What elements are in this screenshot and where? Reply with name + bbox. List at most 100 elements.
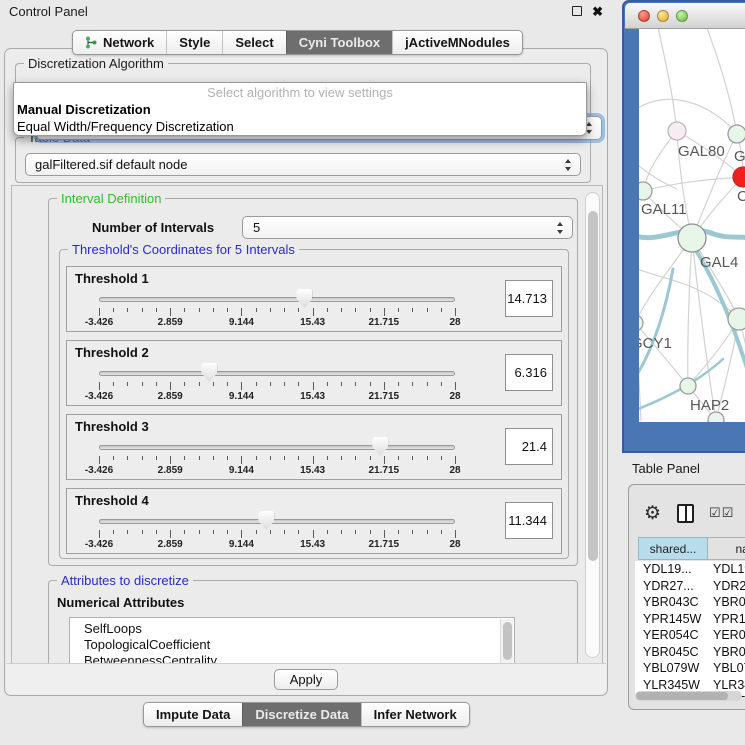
table-row[interactable]: YPR145WYPR145W	[635, 611, 745, 628]
tab-label: Select	[235, 35, 273, 50]
top-tab-bar: Network Style Select Cyni ToolboxjActiveMNo…	[72, 30, 523, 55]
checkbox-icon[interactable]: ☑	[709, 505, 721, 521]
popup-option-manual-discretization[interactable]: Manual Discretization	[14, 102, 586, 119]
slider-track[interactable]	[99, 371, 455, 376]
minimize-traffic-light-icon[interactable]	[657, 10, 669, 22]
network-node-gal11[interactable]	[639, 182, 652, 200]
algorithm-dropdown-popup: Select algorithm to view settings Manual…	[13, 82, 587, 136]
node-label-g: G	[734, 148, 745, 165]
mode-tab-impute-data[interactable]: Impute Data	[144, 703, 242, 726]
slider-thumb[interactable]	[296, 289, 312, 308]
threshold-slider-3[interactable]: -3.4262.8599.14415.4321.71528	[99, 415, 455, 481]
tab-style[interactable]: Style	[166, 31, 222, 54]
slider-scale-labels: -3.4262.8599.14415.4321.71528	[99, 391, 455, 403]
scrollbar-thumb[interactable]	[503, 622, 512, 660]
control-panel-titlebar: Control Panel ✖	[0, 0, 612, 22]
slider-track[interactable]	[99, 519, 455, 524]
scrollbar-thumb[interactable]	[636, 692, 728, 700]
interval-definition-group: Interval Definition Number of Intervals …	[48, 198, 578, 566]
num-intervals-label: Number of Intervals	[92, 220, 214, 235]
table-horizontal-scrollbar[interactable]	[635, 691, 742, 701]
popup-option-equal-width-frequency[interactable]: Equal Width/Frequency Discretization	[14, 119, 586, 136]
split-columns-icon[interactable]	[677, 504, 694, 523]
slider-thumb[interactable]	[201, 363, 217, 382]
threshold-panel-2: Threshold 2-3.4262.8599.14415.4321.71528…	[66, 340, 562, 406]
zoom-traffic-light-icon[interactable]	[676, 10, 688, 22]
slider-track[interactable]	[99, 297, 455, 302]
threshold-slider-4[interactable]: -3.4262.8599.14415.4321.71528	[99, 489, 455, 555]
table-row[interactable]: YBL079WYBL079W	[635, 660, 745, 677]
tab-cyni-toolbox[interactable]: Cyni Toolbox	[286, 31, 392, 54]
table-row[interactable]: YDR27...YDR27...	[635, 578, 745, 595]
tab-label: Style	[179, 35, 210, 50]
tab-select[interactable]: Select	[222, 31, 285, 54]
apply-bar: Apply	[6, 663, 606, 694]
table-row[interactable]: YER054CYER054C	[635, 627, 745, 644]
network-node-hap2[interactable]	[680, 378, 696, 394]
close-window-icon[interactable]: ✖	[592, 5, 603, 18]
node-label-gal80: GAL80	[678, 143, 725, 160]
thresholds-list: Threshold 1-3.4262.8599.14415.4321.71528…	[60, 266, 568, 562]
table-rows: YDL19...YDL19...YDR27...YDR27...YBR043CY…	[635, 561, 745, 697]
float-window-icon[interactable]	[572, 6, 582, 16]
column-header-shared[interactable]: shared...	[638, 537, 708, 560]
mode-tab-discretize-data[interactable]: Discretize Data	[242, 703, 360, 726]
attribute-item-selfloops[interactable]: SelfLoops	[84, 621, 514, 637]
network-canvas[interactable]: GAL80GCGAL11GAL4GCY1HHAP2	[639, 29, 745, 422]
table-toolbar: ⚙ ☑ ☑	[629, 493, 745, 533]
gear-icon[interactable]: ⚙	[644, 504, 661, 523]
table-cell: YBL079W	[635, 661, 707, 675]
network-icon	[85, 36, 98, 49]
checkbox-icon[interactable]: ☑	[722, 505, 734, 521]
slider-thumb[interactable]	[258, 511, 274, 530]
network-node-g[interactable]	[728, 125, 745, 143]
slider-ticks	[99, 530, 455, 538]
control-panel-window: Control Panel ✖ Network Style Select Cyni T…	[0, 0, 612, 745]
threshold-value-input-4[interactable]: 11.344	[505, 502, 553, 539]
network-node-gcy1[interactable]	[639, 315, 643, 331]
apply-button[interactable]: Apply	[274, 669, 338, 690]
discretization-algorithm-group-title: Discretization Algorithm	[24, 56, 168, 71]
slider-thumb[interactable]	[372, 437, 388, 456]
attributes-list-scrollbar[interactable]	[500, 619, 513, 665]
settings-scrollbar[interactable]	[585, 192, 600, 658]
close-traffic-light-icon[interactable]	[638, 10, 650, 22]
node-label-gcy1: GCY1	[639, 335, 672, 352]
threshold-slider-1[interactable]: -3.4262.8599.14415.4321.71528	[99, 267, 455, 333]
tab-jactivemnodules[interactable]: jActiveMNodules	[392, 31, 522, 54]
network-node-gal80[interactable]	[668, 122, 686, 140]
bottom-tab-bar: Impute Data Discretize DataInfer Network	[143, 702, 470, 727]
table-cell: YLR345W	[707, 678, 745, 692]
network-node-gal4[interactable]	[678, 224, 706, 252]
mode-tab-infer-network[interactable]: Infer Network	[361, 703, 469, 726]
slider-track[interactable]	[99, 445, 455, 450]
threshold-slider-2[interactable]: -3.4262.8599.14415.4321.71528	[99, 341, 455, 407]
attributes-group-title: Attributes to discretize	[57, 573, 193, 588]
threshold-value-input-1[interactable]: 14.713	[505, 280, 553, 317]
network-node[interactable]	[708, 412, 724, 422]
num-intervals-combo[interactable]: 5	[242, 216, 573, 239]
network-nodes: GAL80GCGAL11GAL4GCY1HHAP2	[639, 122, 745, 422]
slider-ticks	[99, 308, 455, 316]
table-data-combo[interactable]: galFiltered.sif default node	[25, 153, 581, 176]
threshold-panel-4: Threshold 4-3.4262.8599.14415.4321.71528…	[66, 488, 562, 554]
threshold-value-input-3[interactable]: 21.4	[505, 428, 553, 465]
table-cell: YBR043C	[707, 595, 745, 609]
scrollbar-thumb[interactable]	[588, 211, 598, 561]
threshold-value-input-2[interactable]: 6.316	[505, 354, 553, 391]
column-header-name[interactable]: name	[708, 537, 745, 560]
algorithm-popup-placeholder: Select algorithm to view settings	[14, 85, 586, 102]
table-row[interactable]: YBR043CYBR043C	[635, 594, 745, 611]
network-node-h[interactable]	[728, 308, 745, 330]
table-row[interactable]: YBR045CYBR045C	[635, 644, 745, 661]
table-row[interactable]: YDL19...YDL19...	[635, 561, 745, 578]
mode-tab-label: Impute Data	[156, 707, 230, 722]
spinner-arrows-icon	[565, 159, 572, 171]
numerical-attributes-list[interactable]: SelfLoopsTopologicalCoefficientBetweenne…	[69, 617, 515, 665]
tab-network[interactable]: Network	[73, 31, 166, 54]
slider-scale-labels: -3.4262.8599.14415.4321.71528	[99, 465, 455, 477]
slider-ticks	[99, 456, 455, 464]
attribute-item-topologicalcoefficient[interactable]: TopologicalCoefficient	[84, 637, 514, 653]
threshold-panel-3: Threshold 3-3.4262.8599.14415.4321.71528…	[66, 414, 562, 480]
network-view-window: GAL80GCGAL11GAL4GCY1HHAP2	[622, 0, 745, 453]
